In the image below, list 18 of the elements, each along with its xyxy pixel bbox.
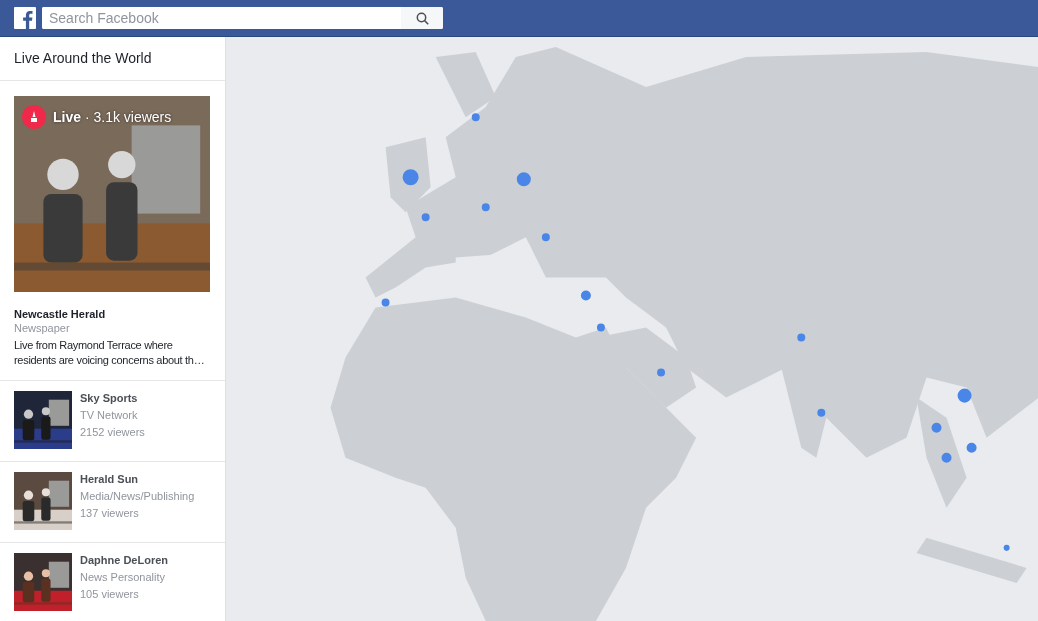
stream-category: TV Network <box>80 409 139 421</box>
stream-name[interactable]: Newcastle Herald <box>14 308 211 320</box>
logo-icon[interactable] <box>14 7 36 29</box>
stream-category: News Personality <box>80 571 166 583</box>
viewer-count: 2152 viewers <box>80 426 145 438</box>
live-badge-text: Live · 3.1k viewers <box>53 109 172 125</box>
stream-name[interactable]: Herald Sun <box>80 473 195 485</box>
search-icon <box>415 11 429 25</box>
stream-name[interactable]: Sky Sports <box>80 392 145 404</box>
viewer-count: 137 viewers <box>80 507 140 519</box>
viewer-count: 105 viewers <box>80 588 140 600</box>
live-icon <box>22 105 46 129</box>
sidebar-title: Live Around the World <box>0 37 225 81</box>
stream-description: Live from Raymond Terrace where residents are voicing concerns about th… <box>14 338 206 368</box>
stream-category: Newspaper <box>14 322 71 334</box>
search-button[interactable] <box>401 7 443 29</box>
stream-name[interactable]: Daphne DeLoren <box>80 554 168 566</box>
stream-category: Media/News/Publishing <box>80 490 195 502</box>
